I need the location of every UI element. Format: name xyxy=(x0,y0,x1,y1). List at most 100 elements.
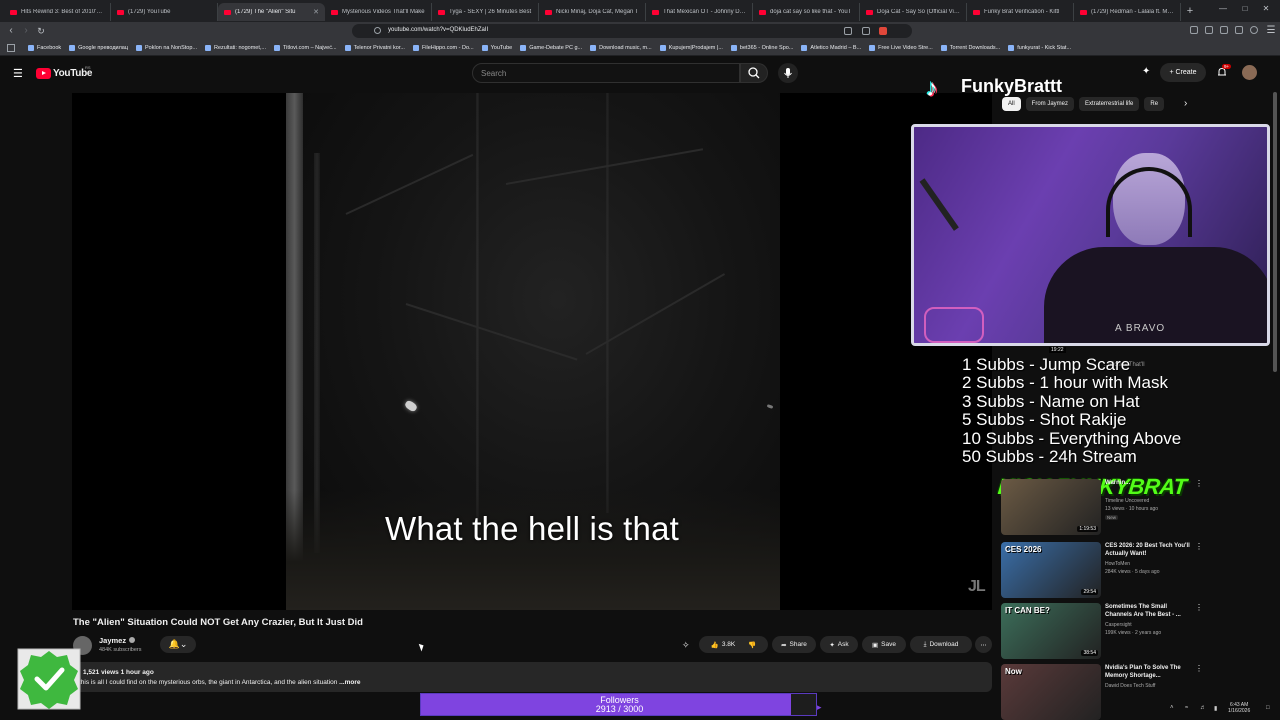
save-button[interactable]: ▣ Save xyxy=(862,636,906,653)
bookmark-item[interactable]: Download music, m... xyxy=(590,44,652,51)
filter-chip[interactable]: From Jaymez xyxy=(1025,97,1075,111)
bookmark-item[interactable]: Titlovi.com – Najveć... xyxy=(273,44,337,51)
upload-icon[interactable]: ✦ xyxy=(1142,66,1150,77)
browser-tab[interactable]: Hits Rewind 3: Best of 2010's Hi xyxy=(4,3,111,21)
filter-chip[interactable]: Re xyxy=(1144,97,1165,111)
rec-title[interactable]: Sometimes The Small Channels Are The Bes… xyxy=(1105,604,1191,619)
like-dislike-button[interactable]: 👍 3.8K 👎 xyxy=(699,636,768,653)
browser-tab[interactable]: doja cat say so like that - YouT xyxy=(753,3,860,21)
search-input[interactable]: Search xyxy=(472,63,740,83)
browser-tab[interactable]: That Mexican OT - Johnny Dan xyxy=(646,3,753,21)
rec-menu-icon[interactable]: ⋮ xyxy=(1195,542,1203,551)
browser-tab[interactable]: (1729) Redman - Lalala ft. Meth xyxy=(1074,3,1181,21)
wifi-icon[interactable]: ≈ xyxy=(1185,705,1188,711)
bookmark-item[interactable]: FileHippo.com - Do... xyxy=(412,44,474,51)
download-icon[interactable] xyxy=(1235,26,1243,34)
rec-title[interactable]: CES 2026: 20 Best Tech You'll Actually W… xyxy=(1105,543,1191,558)
gift-icon[interactable]: ✧ xyxy=(682,640,690,651)
rec-menu-icon[interactable]: ⋮ xyxy=(1195,664,1203,673)
voice-search-button[interactable] xyxy=(778,63,798,83)
wallet-icon[interactable] xyxy=(1220,26,1228,34)
share-button[interactable]: ➦ Share xyxy=(772,636,816,653)
close-tab-icon[interactable]: ✕ xyxy=(313,8,319,16)
recommended-video[interactable]: CES 2026 29:54 CES 2026: 20 Best Tech You'… xyxy=(1001,542,1203,598)
filter-chip[interactable]: All xyxy=(1002,97,1021,111)
more-actions-button[interactable]: ⋯ xyxy=(975,636,992,653)
ask-button[interactable]: ✦ Ask xyxy=(820,636,858,653)
maximize-icon[interactable]: □ xyxy=(1239,4,1251,13)
create-button[interactable]: + Create xyxy=(1160,63,1206,82)
chips-next-arrow-icon[interactable]: › xyxy=(1184,98,1187,109)
rec-title[interactable]: Nvidia's Plan To Solve The Memory Shorta… xyxy=(1105,665,1191,680)
extension-icon[interactable] xyxy=(879,27,887,35)
close-window-icon[interactable]: ✕ xyxy=(1260,4,1272,13)
filter-chip[interactable]: Extraterrestrial life xyxy=(1079,97,1140,111)
recommended-video[interactable]: IT CAN BE? 38:54 Sometimes The Small Chann… xyxy=(1001,603,1203,659)
bookmark-item[interactable]: Facebook xyxy=(28,44,61,51)
video-thumbnail[interactable]: 1:19:53 xyxy=(1001,479,1101,535)
bookmark-item[interactable]: funkyurat - Kick Stat... xyxy=(1008,44,1071,51)
new-tab-button[interactable]: + xyxy=(1181,5,1199,17)
tray-chevron-icon[interactable]: ˄ xyxy=(1170,705,1174,711)
rec-channel: Dawid Does Tech Stuff xyxy=(1105,683,1156,689)
bookmark-item[interactable]: bet365 - Online Spo... xyxy=(730,44,793,51)
bookmark-label: Poklon na NonStop... xyxy=(145,44,197,51)
address-bar[interactable]: youtube.com/watch?v=QDKludEhZaII xyxy=(352,24,912,38)
battery-icon[interactable]: ▮ xyxy=(1214,705,1217,712)
bookmark-item[interactable]: Game-Debate PC g... xyxy=(520,44,582,51)
browser-tab[interactable]: Nicki Minaj, Doja Cat, Megan T xyxy=(539,3,646,21)
browser-tab[interactable]: Mysterious Videos That'll Make xyxy=(325,3,432,21)
search-button[interactable] xyxy=(740,63,768,83)
bookmark-item[interactable]: Torrent Downloads... xyxy=(940,44,1000,51)
bookmark-item[interactable]: Kupujem|Prodajem |... xyxy=(659,44,723,51)
back-icon[interactable]: ‹ xyxy=(5,25,17,37)
forward-icon[interactable]: › xyxy=(20,25,32,37)
rec-menu-icon[interactable]: ⋮ xyxy=(1195,479,1203,488)
followers-count: 2913 / 3000 xyxy=(595,704,644,714)
video-player[interactable]: What the hell is that JL xyxy=(72,93,992,610)
bookmark-item[interactable]: Rezultati: nogomet,... xyxy=(205,44,266,51)
site-info-icon[interactable] xyxy=(374,27,381,34)
reload-icon[interactable]: ↻ xyxy=(35,25,47,37)
sidebar-icon[interactable] xyxy=(1205,26,1213,34)
bookmark-item[interactable]: YouTube xyxy=(481,44,512,51)
translate-icon[interactable] xyxy=(862,27,870,35)
cast-icon[interactable] xyxy=(844,27,852,35)
browser-tab[interactable]: Doja Cat - Say So (Official Vide xyxy=(860,3,967,21)
browser-tab[interactable]: (1729) The "Alien" Situ ✕ xyxy=(218,3,325,21)
ground xyxy=(286,490,780,610)
video-thumbnail[interactable]: Now xyxy=(1001,664,1101,720)
browser-menu-icon[interactable]: ☰ xyxy=(1265,25,1277,37)
minimize-icon[interactable]: — xyxy=(1217,4,1229,13)
recommended-video[interactable]: 1:19:53 Warnin... Timeline Uncovered 13 vie… xyxy=(1001,479,1203,535)
bookmark-item[interactable]: Telenor Privatni kor... xyxy=(344,44,405,51)
subscription-bell-button[interactable]: 🔔⌄ xyxy=(160,636,196,653)
description-box[interactable]: 1,521 views 1 hour ago this is all I cou… xyxy=(73,662,992,692)
apps-grid-icon[interactable] xyxy=(7,44,15,52)
media-icon[interactable] xyxy=(1190,26,1198,34)
youtube-logo-icon[interactable] xyxy=(36,68,51,79)
browser-tab[interactable]: Tyga - SEXY | 26 Minutes Best xyxy=(432,3,539,21)
bookmark-item[interactable]: Atletico Madrid – B... xyxy=(801,44,861,51)
download-button[interactable]: ⤓ Download xyxy=(910,636,972,653)
vpn-icon[interactable] xyxy=(1250,26,1258,34)
bookmark-item[interactable]: Free Live Video Stre... xyxy=(869,44,933,51)
rec-title[interactable]: Warnin... xyxy=(1105,480,1191,488)
rec-menu-icon[interactable]: ⋮ xyxy=(1195,603,1203,612)
hamburger-menu-icon[interactable]: ☰ xyxy=(13,67,23,80)
video-thumbnail[interactable]: IT CAN BE? 38:54 xyxy=(1001,603,1101,659)
video-thumbnail[interactable]: CES 2026 29:54 xyxy=(1001,542,1101,598)
bookmark-item[interactable]: Poklon na NonStop... xyxy=(136,44,197,51)
browser-tab[interactable]: Funky Brat Verification - Kittl xyxy=(967,3,1074,21)
channel-name[interactable]: Jaymez xyxy=(99,636,126,645)
volume-icon[interactable]: ♬ xyxy=(1200,705,1206,711)
account-avatar[interactable] xyxy=(1242,65,1257,80)
scrollbar[interactable] xyxy=(1273,92,1277,372)
taskbar-clock[interactable]: 6:43 AM 1/16/2026 xyxy=(1228,702,1250,714)
notifications-icon[interactable]: □ xyxy=(1266,705,1270,711)
show-more-link[interactable]: ...more xyxy=(339,679,360,686)
thumbs-down-icon[interactable]: 👎 xyxy=(748,641,756,649)
bookmark-item[interactable]: Google преводилац xyxy=(69,44,128,51)
browser-tab[interactable]: (1729) YouTube xyxy=(111,3,218,21)
recommended-video[interactable]: Now Nvidia's Plan To Solve The Memory Sho… xyxy=(1001,664,1203,720)
